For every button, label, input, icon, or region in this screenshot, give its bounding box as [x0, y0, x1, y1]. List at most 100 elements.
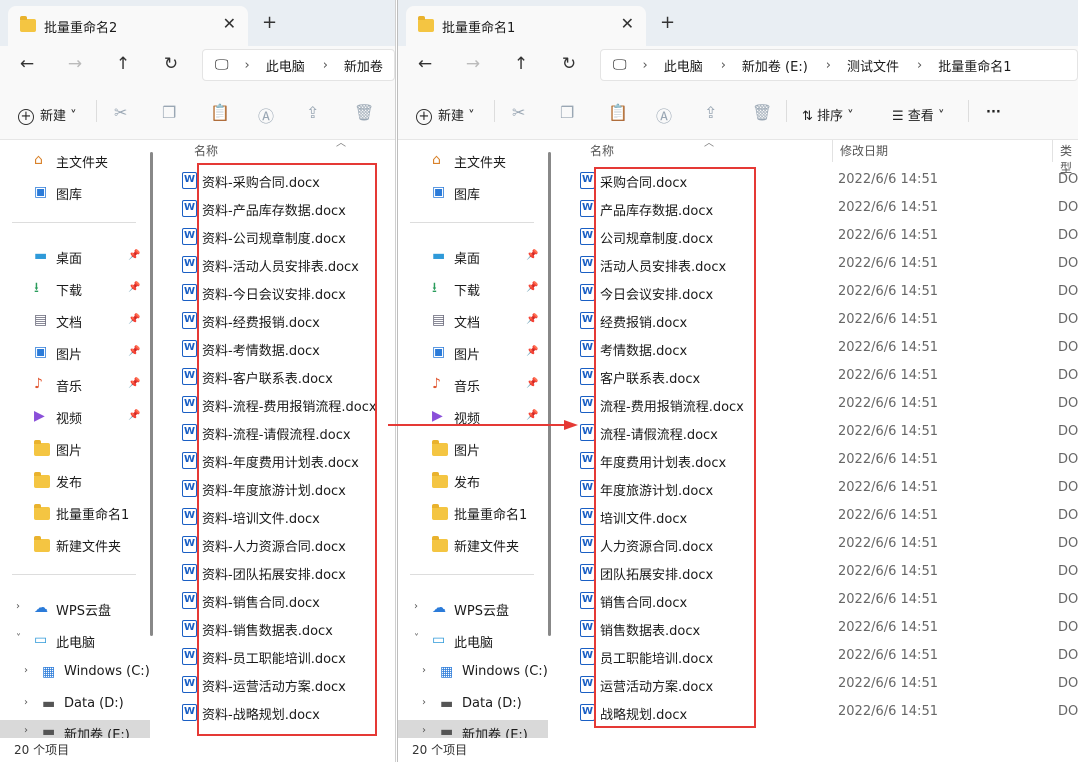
plus-icon[interactable]: +: [660, 12, 675, 33]
nav-item-music[interactable]: ♪ 音乐 📌: [0, 372, 150, 398]
chevron-icon[interactable]: ›: [24, 665, 28, 676]
share-icon[interactable]: ⇪: [306, 103, 319, 122]
file-row[interactable]: W 培训文件.docx 2022/6/6 14:51 DO: [558, 504, 1078, 532]
breadcrumb-item[interactable]: 新加卷 (E:): [742, 56, 808, 75]
file-row[interactable]: W 活动人员安排表.docx 2022/6/6 14:51 DO: [558, 252, 1078, 280]
file-row[interactable]: W 销售数据表.docx 2022/6/6 14:51 DO: [558, 616, 1078, 644]
rename-icon[interactable]: Ⓐ: [656, 103, 672, 127]
nav-item-gallery[interactable]: ▣ 图库: [398, 180, 548, 206]
up-icon[interactable]: ↑: [112, 54, 134, 74]
file-row[interactable]: W 资料-活动人员安排表.docx: [160, 252, 395, 280]
chevron-icon[interactable]: ˅: [414, 633, 419, 644]
nav-item-videos[interactable]: ▶ 视频 📌: [398, 404, 548, 430]
pin-icon[interactable]: 📌: [526, 410, 538, 421]
nav-item-wps[interactable]: › ☁ WPS云盘: [0, 596, 150, 622]
nav-item-pictures[interactable]: ▣ 图片 📌: [0, 340, 150, 366]
nav-item-thispc[interactable]: ˅ ▭ 此电脑: [0, 628, 150, 654]
file-row[interactable]: W 今日会议安排.docx 2022/6/6 14:51 DO: [558, 280, 1078, 308]
breadcrumb-item[interactable]: 此电脑: [266, 56, 305, 75]
copy-icon[interactable]: ❐: [162, 103, 176, 122]
nav-item-thispc[interactable]: ˅ ▭ 此电脑: [398, 628, 548, 654]
column-header-name[interactable]: 名称: [194, 142, 218, 159]
nav-item-drive-d[interactable]: › ▬ Data (D:): [0, 692, 150, 718]
refresh-icon[interactable]: ↻: [160, 54, 182, 74]
file-row[interactable]: W 团队拓展安排.docx 2022/6/6 14:51 DO: [558, 560, 1078, 588]
file-row[interactable]: W 销售合同.docx 2022/6/6 14:51 DO: [558, 588, 1078, 616]
nav-item-music[interactable]: ♪ 音乐 📌: [398, 372, 548, 398]
nav-item-gallery[interactable]: ▣ 图库: [0, 180, 150, 206]
chevron-icon[interactable]: ›: [422, 697, 426, 708]
file-row[interactable]: W 流程-请假流程.docx 2022/6/6 14:51 DO: [558, 420, 1078, 448]
nav-item-wps[interactable]: › ☁ WPS云盘: [398, 596, 548, 622]
file-row[interactable]: W 年度费用计划表.docx 2022/6/6 14:51 DO: [558, 448, 1078, 476]
address-bar[interactable]: 🖵 › 此电脑 › 新加卷: [202, 49, 395, 81]
file-row[interactable]: W 资料-销售合同.docx: [160, 588, 395, 616]
copy-icon[interactable]: ❐: [560, 103, 574, 122]
pin-icon[interactable]: 📌: [128, 282, 140, 293]
view-button[interactable]: ☰ 查看 ˅: [892, 105, 944, 124]
file-row[interactable]: W 资料-人力资源合同.docx: [160, 532, 395, 560]
nav-item-home[interactable]: ⌂ 主文件夹: [0, 148, 150, 174]
nav-item-folder-pictures[interactable]: 图片: [0, 436, 150, 462]
breadcrumb-item[interactable]: 测试文件: [847, 56, 899, 75]
file-row[interactable]: W 考情数据.docx 2022/6/6 14:51 DO: [558, 336, 1078, 364]
file-row[interactable]: W 公司规章制度.docx 2022/6/6 14:51 DO: [558, 224, 1078, 252]
nav-item-folder-pictures[interactable]: 图片: [398, 436, 548, 462]
chevron-icon[interactable]: ›: [16, 601, 20, 612]
file-row[interactable]: W 资料-流程-费用报销流程.docx: [160, 392, 395, 420]
nav-item-drive-e[interactable]: › ▬ 新加卷 (E:): [398, 720, 548, 738]
nav-item-drive-c[interactable]: › ▦ Windows (C:): [0, 660, 150, 686]
back-icon[interactable]: ←: [16, 54, 38, 74]
pin-icon[interactable]: 📌: [128, 314, 140, 325]
file-row[interactable]: W 资料-培训文件.docx: [160, 504, 395, 532]
nav-item-drive-c[interactable]: › ▦ Windows (C:): [398, 660, 548, 686]
close-icon[interactable]: ✕: [223, 14, 236, 33]
nav-item-folder-new[interactable]: 新建文件夹: [398, 532, 548, 558]
file-row[interactable]: W 资料-销售数据表.docx: [160, 616, 395, 644]
up-icon[interactable]: ↑: [510, 54, 532, 74]
column-header-date[interactable]: 修改日期: [840, 142, 888, 159]
sort-button[interactable]: ⇅ 排序 ˅: [802, 105, 854, 124]
refresh-icon[interactable]: ↻: [558, 54, 580, 74]
cut-icon[interactable]: ✂: [114, 103, 127, 122]
delete-icon[interactable]: 🗑: [354, 103, 374, 122]
paste-icon[interactable]: 📋: [210, 103, 230, 122]
breadcrumb-item[interactable]: 批量重命名1: [938, 56, 1011, 75]
share-icon[interactable]: ⇪: [704, 103, 717, 122]
nav-item-documents[interactable]: ▤ 文档 📌: [0, 308, 150, 334]
file-row[interactable]: W 年度旅游计划.docx 2022/6/6 14:51 DO: [558, 476, 1078, 504]
pin-icon[interactable]: 📌: [526, 378, 538, 389]
file-row[interactable]: W 客户联系表.docx 2022/6/6 14:51 DO: [558, 364, 1078, 392]
file-row[interactable]: W 资料-流程-请假流程.docx: [160, 420, 395, 448]
pin-icon[interactable]: 📌: [526, 346, 538, 357]
file-row[interactable]: W 资料-客户联系表.docx: [160, 364, 395, 392]
file-row[interactable]: W 资料-员工职能培训.docx: [160, 644, 395, 672]
chevron-icon[interactable]: ›: [414, 601, 418, 612]
pin-icon[interactable]: 📌: [526, 250, 538, 261]
back-icon[interactable]: ←: [414, 54, 436, 74]
file-row[interactable]: W 运营活动方案.docx 2022/6/6 14:51 DO: [558, 672, 1078, 700]
file-row[interactable]: W 经费报销.docx 2022/6/6 14:51 DO: [558, 308, 1078, 336]
chevron-icon[interactable]: ›: [422, 665, 426, 676]
file-row[interactable]: W 资料-年度费用计划表.docx: [160, 448, 395, 476]
nav-item-home[interactable]: ⌂ 主文件夹: [398, 148, 548, 174]
file-row[interactable]: W 资料-采购合同.docx: [160, 168, 395, 196]
nav-item-downloads[interactable]: ⭳ 下载 📌: [398, 276, 548, 302]
chevron-icon[interactable]: ›: [24, 725, 28, 736]
file-row[interactable]: W 资料-战略规划.docx: [160, 700, 395, 728]
nav-item-videos[interactable]: ▶ 视频 📌: [0, 404, 150, 430]
nav-item-documents[interactable]: ▤ 文档 📌: [398, 308, 548, 334]
rename-icon[interactable]: Ⓐ: [258, 103, 274, 127]
pin-icon[interactable]: 📌: [128, 250, 140, 261]
file-row[interactable]: W 资料-考情数据.docx: [160, 336, 395, 364]
file-row[interactable]: W 产品库存数据.docx 2022/6/6 14:51 DO: [558, 196, 1078, 224]
nav-item-pictures[interactable]: ▣ 图片 📌: [398, 340, 548, 366]
column-header-name[interactable]: 名称: [590, 142, 614, 159]
breadcrumb-item[interactable]: 此电脑: [664, 56, 703, 75]
forward-icon[interactable]: →: [462, 54, 484, 74]
nav-item-drive-e[interactable]: › ▬ 新加卷 (E:): [0, 720, 150, 738]
scrollbar[interactable]: [150, 152, 153, 636]
pin-icon[interactable]: 📌: [128, 410, 140, 421]
nav-item-drive-d[interactable]: › ▬ Data (D:): [398, 692, 548, 718]
file-row[interactable]: W 资料-团队拓展安排.docx: [160, 560, 395, 588]
